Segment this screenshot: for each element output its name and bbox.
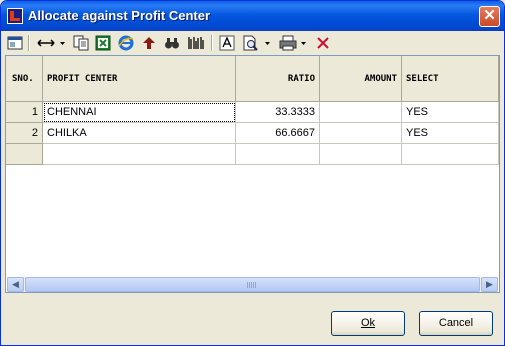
close-button[interactable]: ✕	[479, 6, 500, 27]
title-bar[interactable]: Allocate against Profit Center ✕	[1, 1, 504, 31]
upload-arrow-icon[interactable]	[140, 34, 158, 52]
ok-button-label: Ok	[360, 317, 376, 329]
toolbar	[1, 31, 504, 55]
row-number[interactable]: 1	[6, 102, 43, 123]
window-title: Allocate against Profit Center	[28, 8, 211, 23]
column-header-ratio[interactable]: RATIO	[236, 56, 320, 102]
profit-center-cell[interactable]: CHILKA	[43, 123, 236, 144]
amount-cell[interactable]	[320, 102, 402, 123]
column-resize-icon[interactable]	[35, 34, 57, 52]
barcode-icon[interactable]	[186, 34, 206, 52]
chevron-down-icon[interactable]	[58, 34, 66, 52]
amount-cell[interactable]	[320, 123, 402, 144]
profit-center-grid[interactable]: SNO. PROFIT CENTER RATIO AMOUNT SELECT 1…	[5, 55, 500, 293]
toolbar-separator	[211, 35, 213, 51]
printer-icon[interactable]	[278, 34, 298, 52]
toolbar-separator	[28, 35, 30, 51]
copy-icon[interactable]	[72, 34, 90, 52]
find-icon[interactable]	[163, 34, 181, 52]
select-cell[interactable]: YES	[402, 123, 499, 144]
print-preview-icon[interactable]	[241, 34, 261, 52]
delete-icon[interactable]	[314, 34, 332, 52]
app-icon[interactable]	[7, 8, 23, 24]
ratio-cell[interactable]: 33.3333	[236, 102, 320, 123]
column-header-profit-center[interactable]: PROFIT CENTER	[43, 56, 236, 102]
scrollbar-grip	[247, 282, 257, 288]
internet-explorer-icon[interactable]	[117, 34, 135, 52]
ok-button[interactable]: Ok	[331, 311, 405, 336]
column-header-sno[interactable]: SNO.	[6, 56, 43, 102]
profit-center-cell[interactable]: CHENNAI	[43, 102, 236, 123]
cancel-button-label: Cancel	[438, 317, 474, 329]
font-icon[interactable]	[218, 34, 236, 52]
chevron-right-icon: ▶	[486, 279, 493, 289]
chevron-left-icon: ◀	[12, 279, 19, 289]
select-cell[interactable]	[402, 144, 499, 165]
scroll-right-button[interactable]: ▶	[481, 277, 498, 292]
column-header-amount[interactable]: AMOUNT	[320, 56, 402, 102]
excel-icon[interactable]	[94, 34, 112, 52]
horizontal-scrollbar[interactable]: ◀ ▶	[7, 277, 498, 292]
ratio-cell[interactable]	[236, 144, 320, 165]
row-number[interactable]	[6, 144, 43, 165]
ratio-cell[interactable]: 66.6667	[236, 123, 320, 144]
amount-cell[interactable]	[320, 144, 402, 165]
chevron-down-icon[interactable]	[263, 34, 271, 52]
profit-center-cell[interactable]	[43, 144, 236, 165]
row-number[interactable]: 2	[6, 123, 43, 144]
cancel-button[interactable]: Cancel	[419, 311, 493, 336]
chevron-down-icon[interactable]	[299, 34, 307, 52]
dialog-window: Allocate against Profit Center ✕ SNO. PR…	[0, 0, 505, 346]
column-header-select[interactable]: SELECT	[402, 56, 499, 102]
window-icon[interactable]	[6, 34, 24, 52]
close-icon: ✕	[483, 7, 496, 24]
scroll-left-button[interactable]: ◀	[7, 277, 24, 292]
select-cell[interactable]: YES	[402, 102, 499, 123]
scrollbar-thumb[interactable]	[25, 277, 480, 292]
